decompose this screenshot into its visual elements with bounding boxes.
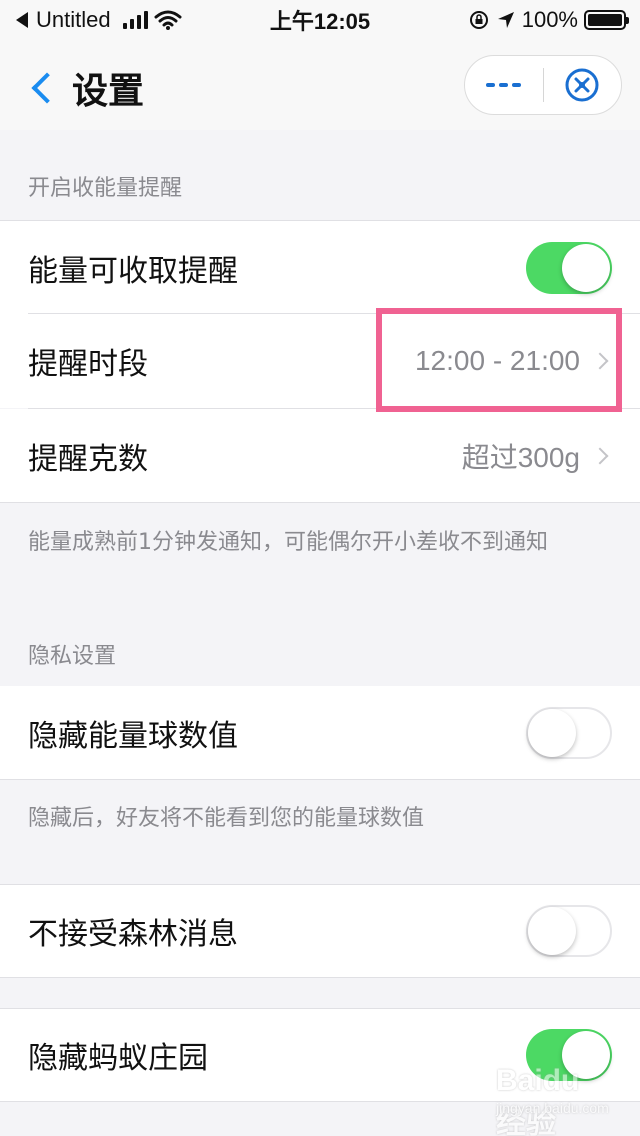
orientation-lock-icon [469,11,488,29]
watermark-sub: jingyan.baidu.com [496,1100,609,1116]
toggle-knob [528,708,576,757]
status-right: 100% [468,7,629,33]
back-app-label[interactable]: Untitled [36,7,111,33]
watermark: Baidu经验 jingyan.baidu.com [496,1064,609,1136]
reminder-period-value: 12:00 - 21:00 [414,345,580,376]
battery-percent: 100% [521,7,578,32]
footnote-energy-reminder: 能量成熟前1分钟发通知，可能偶尔开小差收不到通知 [28,530,548,555]
close-circle-icon [565,68,599,102]
row-label: 提醒克数 [28,441,148,477]
back-button[interactable]: 设置 [28,62,144,114]
page-title: 设置 [72,71,145,112]
status-left: Untitled [14,7,182,33]
battery-icon [584,10,629,30]
toggle-energy-collectable[interactable] [526,241,612,294]
toggle-knob [562,243,610,292]
back-to-app-icon[interactable] [14,11,30,29]
more-button[interactable] [465,56,543,114]
row-energy-collectable: 能量可收取提醒 [0,220,640,314]
toggle-hide-energy-value[interactable] [526,706,612,759]
mini-program-capsule [464,55,622,115]
row-hide-energy-value: 隐藏能量球数值 [0,686,640,780]
row-right: 超过300g [462,436,612,476]
section-header-energy-reminder: 开启收能量提醒 [28,176,183,201]
row-label: 能量可收取提醒 [28,253,238,289]
row-label: 隐藏蚂蚁庄园 [28,1041,208,1076]
nav-bar: 设置 [0,40,640,130]
row-reject-forest-messages: 不接受森林消息 [0,884,640,978]
status-bar: Untitled 上午12:05 100% [0,0,640,40]
chevron-left-icon [31,72,63,104]
chevron-right-icon [591,447,609,464]
row-right: 12:00 - 21:00 [415,345,612,377]
row-reminder-grams[interactable]: 提醒克数 超过300g [0,409,640,503]
row-label: 提醒时段 [28,347,148,382]
chevron-right-icon [591,352,609,370]
reminder-grams-value: 超过300g [461,441,580,473]
toggle-knob [528,907,576,955]
footnote-privacy: 隐藏后，好友将不能看到您的能量球数值 [28,806,425,831]
cellular-signal-icon [122,11,148,29]
location-arrow-icon [497,12,514,28]
row-label: 不接受森林消息 [28,917,238,952]
wifi-icon [154,10,182,30]
more-icon [486,83,522,87]
close-button[interactable] [544,56,622,114]
section-header-privacy: 隐私设置 [28,644,117,669]
row-reminder-period[interactable]: 提醒时段 12:00 - 21:00 [0,314,640,408]
toggle-reject-forest-messages[interactable] [526,905,612,957]
row-label: 隐藏能量球数值 [28,718,238,754]
